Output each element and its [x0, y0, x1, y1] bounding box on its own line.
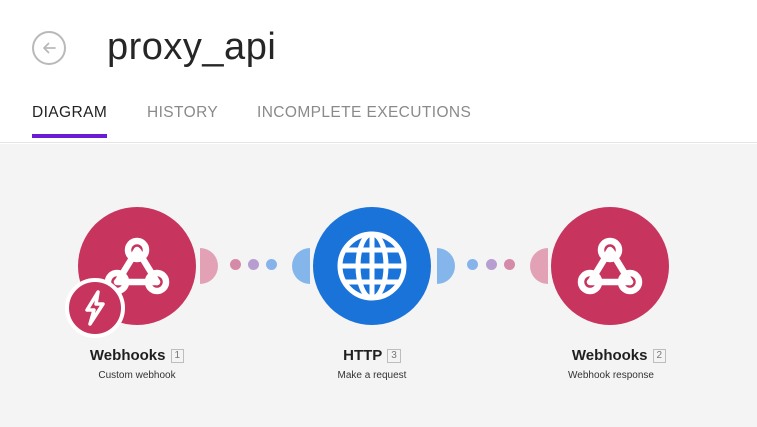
back-button[interactable]: [32, 31, 66, 65]
connection-dot: [486, 259, 497, 270]
output-port[interactable]: [437, 248, 457, 284]
module-circle[interactable]: [313, 207, 431, 325]
connection-dot: [467, 259, 478, 270]
input-port[interactable]: [528, 248, 548, 284]
arrow-left-icon: [43, 42, 56, 54]
module-subtitle: Make a request: [337, 370, 407, 381]
webhook-icon: [577, 237, 643, 295]
module-name: Webhooks: [571, 347, 648, 364]
scenario-header: proxy_api DIAGRAM HISTORY INCOMPLETE EXE…: [0, 0, 757, 143]
lightning-bolt-icon: [85, 290, 105, 326]
module-subtitle: Webhook response: [568, 370, 654, 381]
module-name: HTTP: [343, 347, 383, 364]
module-label: Webhooks 2: [519, 347, 719, 364]
module-circle[interactable]: [551, 207, 669, 325]
input-port[interactable]: [290, 248, 310, 284]
trigger-badge: [65, 278, 125, 338]
tab-diagram[interactable]: DIAGRAM: [32, 104, 107, 122]
module-label: HTTP 3: [272, 347, 472, 364]
module-number: 3: [387, 349, 401, 363]
module-subtitle: Custom webhook: [98, 370, 176, 381]
output-port[interactable]: [200, 248, 220, 284]
module-name: Webhooks: [89, 347, 166, 364]
connection-dot: [504, 259, 515, 270]
tab-history[interactable]: HISTORY: [147, 104, 218, 122]
scenario-title: proxy_api: [107, 26, 277, 68]
globe-icon: [337, 231, 407, 301]
active-tab-indicator: [32, 134, 107, 138]
connection-dot: [248, 259, 259, 270]
connection-dot: [266, 259, 277, 270]
module-number: 1: [170, 349, 185, 363]
module-number: 2: [652, 349, 667, 363]
module-label: Webhooks 1: [37, 347, 237, 364]
connection-dot: [230, 259, 241, 270]
tab-incomplete-executions[interactable]: INCOMPLETE EXECUTIONS: [257, 104, 471, 122]
